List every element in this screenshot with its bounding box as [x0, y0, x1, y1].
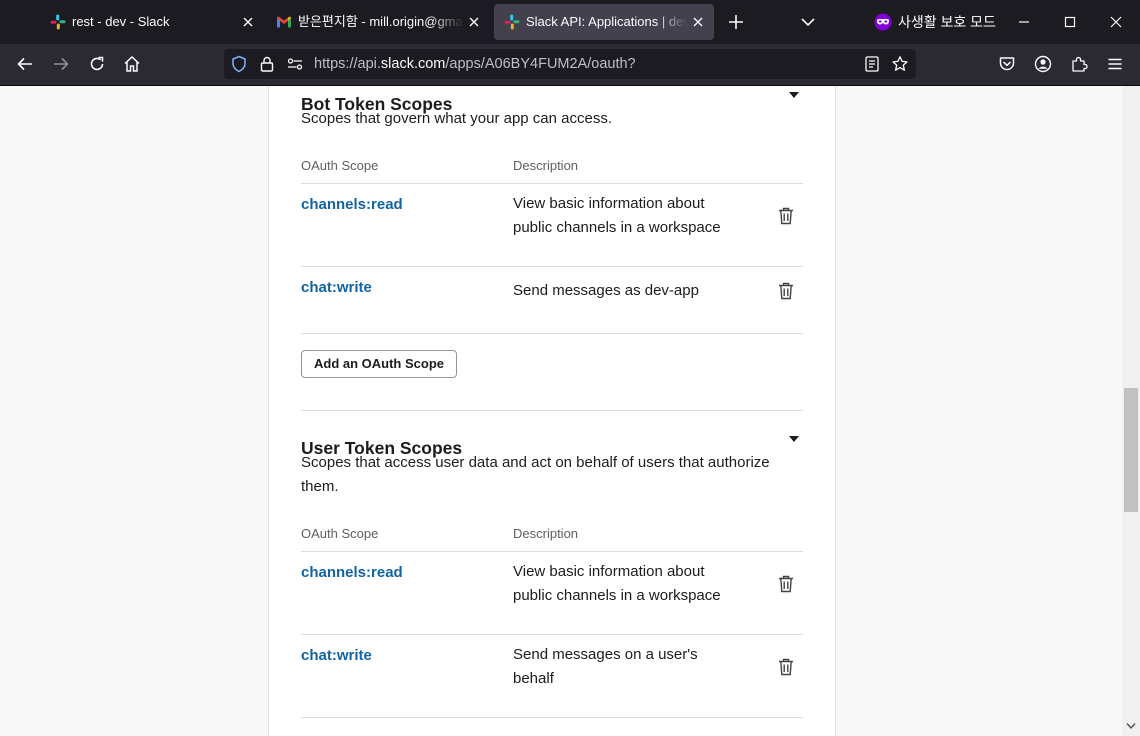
- private-browsing-indicator: 사생활 보호 모드: [874, 12, 996, 32]
- tab-rest-dev-slack[interactable]: rest - dev - Slack: [40, 0, 264, 44]
- collapse-caret-icon[interactable]: [788, 435, 800, 443]
- close-icon[interactable]: [468, 16, 480, 28]
- divider: [301, 551, 803, 552]
- extensions-puzzle-icon[interactable]: [1070, 55, 1088, 73]
- scope-description: View basic information about public chan…: [513, 563, 721, 604]
- scope-description: Send messages as dev-app: [513, 282, 699, 299]
- trash-icon[interactable]: [778, 575, 794, 593]
- tab-title: 받은편지함 - mill.origin@gmail.com: [298, 14, 464, 29]
- column-header-description: Description: [513, 526, 579, 541]
- trash-icon[interactable]: [778, 282, 794, 300]
- scope-name-link[interactable]: chat:write: [301, 647, 372, 664]
- tab-title: rest - dev - Slack: [72, 14, 170, 29]
- url-bar[interactable]: https://api.slack.com/apps/A06BY4FUM2A/o…: [224, 49, 916, 79]
- divider: [301, 717, 803, 718]
- divider: [301, 634, 803, 635]
- collapse-caret-icon[interactable]: [788, 91, 800, 99]
- forward-arrow-icon[interactable]: [52, 55, 70, 73]
- bookmark-star-icon[interactable]: [891, 55, 909, 73]
- url-path: /apps/A06BY4FUM2A/oauth?: [445, 56, 636, 72]
- navigation-toolbar: https://api.slack.com/apps/A06BY4FUM2A/o…: [0, 44, 1140, 86]
- tab-slack-api[interactable]: Slack API: Applications | dev Slack: [494, 4, 714, 40]
- reload-icon[interactable]: [88, 55, 106, 73]
- slack-icon: [50, 14, 66, 30]
- section-divider: [301, 410, 803, 411]
- private-mask-icon: [874, 13, 892, 31]
- private-mode-label: 사생활 보호 모드: [898, 14, 996, 30]
- scrollbar-thumb[interactable]: [1124, 388, 1138, 512]
- tab-bar: rest - dev - Slack 받은편지함 - mill.origin@g…: [0, 0, 1140, 44]
- scope-name-link[interactable]: channels:read: [301, 196, 403, 213]
- bot-token-scopes-description: Scopes that govern what your app can acc…: [301, 110, 613, 127]
- page-viewport: Bot Token Scopes Scopes that govern what…: [0, 86, 1122, 736]
- column-header-oauth-scope: OAuth Scope: [301, 158, 379, 173]
- column-header-oauth-scope: OAuth Scope: [301, 526, 379, 541]
- account-icon[interactable]: [1034, 55, 1052, 73]
- new-tab-plus-icon[interactable]: [726, 12, 746, 32]
- close-icon[interactable]: [242, 16, 254, 28]
- back-arrow-icon[interactable]: [16, 55, 34, 73]
- shield-icon[interactable]: [230, 55, 248, 73]
- column-header-description: Description: [513, 158, 579, 173]
- oauth-scopes-card: Bot Token Scopes Scopes that govern what…: [268, 86, 836, 736]
- close-icon[interactable]: [692, 16, 704, 28]
- trash-icon[interactable]: [778, 207, 794, 225]
- maximize-icon[interactable]: [1064, 16, 1076, 28]
- url-text[interactable]: https://api.slack.com/apps/A06BY4FUM2A/o…: [314, 56, 636, 72]
- lock-icon[interactable]: [258, 55, 276, 73]
- add-oauth-scope-button[interactable]: Add an OAuth Scope: [301, 350, 457, 378]
- scope-description: Send messages on a user's behalf: [513, 646, 698, 687]
- scope-name-link[interactable]: channels:read: [301, 564, 403, 581]
- slack-icon: [504, 14, 520, 30]
- tab-gmail-inbox[interactable]: 받은편지함 - mill.origin@gmail.com: [266, 0, 490, 44]
- url-domain: slack.com: [380, 56, 446, 72]
- pocket-icon[interactable]: [998, 55, 1016, 73]
- reader-view-icon[interactable]: [863, 55, 881, 73]
- hamburger-menu-icon[interactable]: [1106, 55, 1124, 73]
- divider: [301, 183, 803, 184]
- close-window-icon[interactable]: [1110, 16, 1122, 28]
- scope-description: View basic information about public chan…: [513, 195, 721, 236]
- url-prefix: https://api.: [314, 56, 381, 72]
- permissions-icon[interactable]: [286, 55, 304, 73]
- scope-name-link[interactable]: chat:write: [301, 279, 372, 296]
- minimize-icon[interactable]: [1018, 16, 1030, 28]
- divider: [301, 333, 803, 334]
- divider: [301, 266, 803, 267]
- gmail-icon: [277, 16, 291, 28]
- home-icon[interactable]: [123, 55, 141, 73]
- user-token-scopes-description: Scopes that access user data and act on …: [301, 454, 770, 495]
- trash-icon[interactable]: [778, 658, 794, 676]
- tab-title: Slack API: Applications | dev Slack: [526, 14, 688, 29]
- chevron-down-icon[interactable]: [798, 12, 818, 32]
- scroll-down-arrow-icon[interactable]: [1126, 722, 1136, 730]
